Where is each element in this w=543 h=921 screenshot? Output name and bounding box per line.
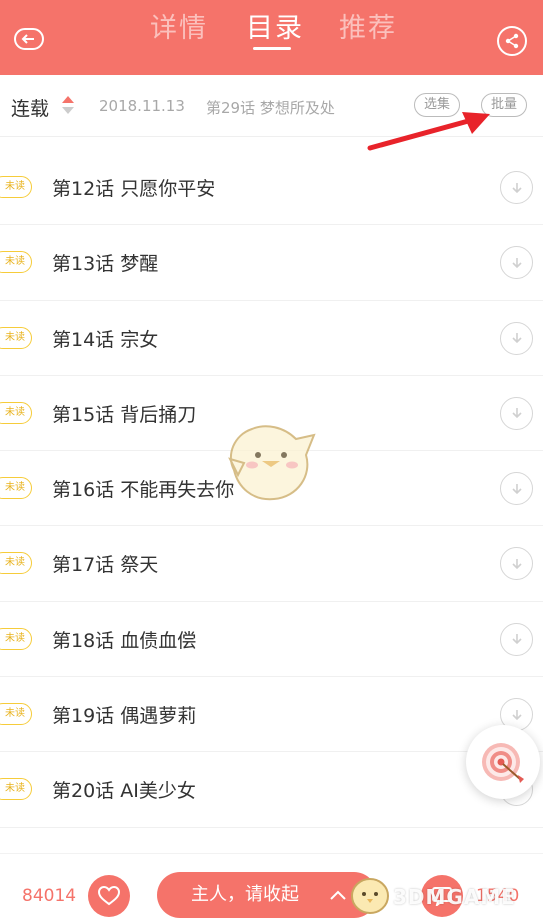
- share-icon: [505, 33, 519, 49]
- like-button[interactable]: [88, 875, 130, 917]
- unread-badge: 未读: [0, 703, 32, 726]
- episode-title: 第19话 偶遇萝莉: [52, 705, 197, 728]
- sort-icon[interactable]: [61, 94, 75, 116]
- episode-title: 第12话 只愿你平安: [52, 178, 216, 200]
- download-button[interactable]: [500, 321, 533, 355]
- unread-badge: 未读: [0, 778, 32, 801]
- tab-detail[interactable]: 详情: [150, 6, 208, 45]
- download-icon: [511, 709, 522, 720]
- episode-title: 第14话 宗女: [52, 328, 159, 351]
- episode-title: 第20话 AI美少女: [52, 780, 196, 803]
- serial-status: 连载: [11, 98, 50, 120]
- unread-badge: 未读: [0, 176, 32, 198]
- episode-title: 第13话 梦醒: [52, 253, 159, 276]
- episode-row[interactable]: 未读 第20话 AI美少女: [0, 752, 543, 828]
- collect-label: 主人，请收起: [191, 884, 299, 905]
- tab-recommend[interactable]: 推荐: [339, 6, 397, 45]
- share-button[interactable]: [497, 26, 527, 56]
- mascot-watermark-icon: [228, 425, 316, 501]
- download-icon: [511, 483, 522, 494]
- episode-row[interactable]: 未读 第12话 只愿你平安: [0, 150, 543, 226]
- tab-bar: 详情 目录 推荐: [0, 0, 543, 75]
- download-icon: [511, 182, 522, 193]
- download-button[interactable]: [500, 171, 533, 204]
- download-icon: [511, 257, 522, 268]
- download-icon: [511, 408, 522, 419]
- episode-title: 第15话 背后捅刀: [52, 403, 197, 426]
- unread-badge: 未读: [0, 401, 32, 424]
- episode-row[interactable]: 未读 第17话 祭天: [0, 526, 543, 602]
- download-button[interactable]: [500, 472, 533, 506]
- top-header: 详情 目录 推荐: [0, 0, 543, 75]
- unread-badge: 未读: [0, 326, 32, 349]
- chevron-up-icon: [330, 890, 346, 900]
- unread-badge: 未读: [0, 251, 32, 274]
- download-button[interactable]: [500, 246, 533, 280]
- download-button[interactable]: [500, 396, 533, 430]
- episode-row[interactable]: 未读 第14话 宗女: [0, 301, 543, 376]
- episode-title: 第17话 祭天: [52, 554, 159, 577]
- download-icon: [511, 333, 522, 344]
- target-icon: [482, 743, 524, 783]
- episode-row[interactable]: 未读 第13话 梦醒: [0, 225, 543, 301]
- episode-row[interactable]: 未读 第19话 偶遇萝莉: [0, 677, 543, 753]
- download-button[interactable]: [500, 547, 533, 581]
- download-icon: [511, 634, 522, 645]
- annotation-arrow-icon: [367, 112, 490, 151]
- unread-badge: 未读: [0, 552, 32, 575]
- download-button[interactable]: [500, 622, 533, 656]
- episode-row[interactable]: 未读 第18话 血债血偿: [0, 602, 543, 678]
- download-icon: [511, 558, 522, 570]
- episode-title: 第16话 不能再失去你: [52, 479, 235, 502]
- unread-badge: 未读: [0, 627, 32, 650]
- like-count: 84014: [22, 886, 77, 906]
- tab-toc[interactable]: 目录: [246, 6, 304, 45]
- active-tab-indicator: [253, 47, 291, 50]
- collect-button[interactable]: 主人，请收起: [157, 872, 377, 918]
- target-fab-button[interactable]: [466, 725, 540, 799]
- latest-episode: 第29话 梦想所及处: [206, 99, 335, 117]
- heart-icon: [98, 886, 120, 906]
- watermark-text: 3DMGAME: [393, 885, 516, 909]
- episode-title: 第18话 血债血偿: [52, 629, 197, 652]
- unread-badge: 未读: [0, 477, 32, 500]
- update-date: 2018.11.13: [99, 97, 185, 115]
